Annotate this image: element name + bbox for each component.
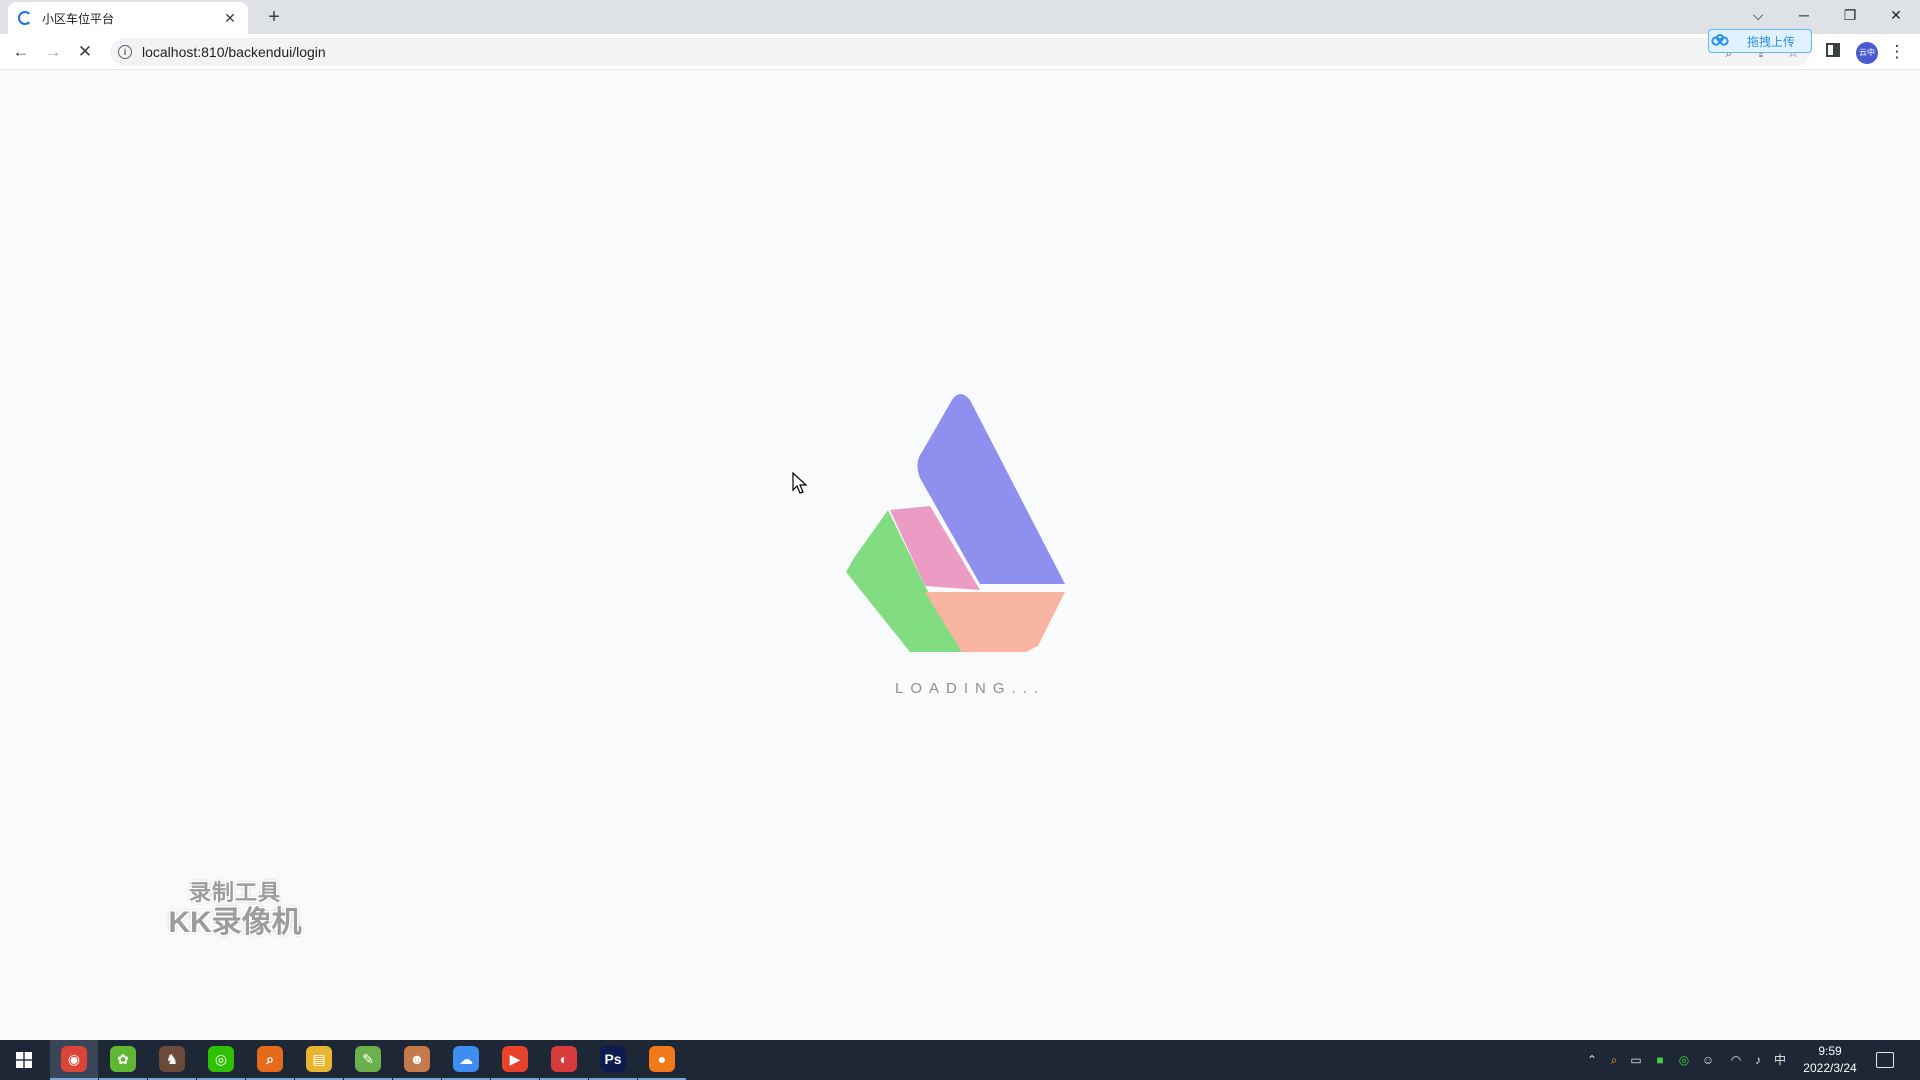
taskbar-app-notepad[interactable]: ✎ (344, 1040, 392, 1080)
loading-spinner-icon (18, 11, 32, 25)
forward-button[interactable]: → (42, 41, 64, 63)
taskbar-app-app-recorder[interactable]: ◐ (540, 1040, 588, 1080)
wechat-icon: ◎ (208, 1046, 234, 1072)
taskbar-app-search-tool[interactable]: ⌕ (246, 1040, 294, 1080)
notepad-icon: ✎ (355, 1046, 381, 1072)
tray-nvidia-icon[interactable]: ■ (1652, 1052, 1668, 1068)
upload-extension-button[interactable]: 拖拽上传 (1708, 29, 1812, 53)
photoshop-icon: Ps (600, 1046, 626, 1072)
taskbar-app-chrome[interactable]: ◉ (50, 1040, 98, 1080)
notification-center-icon[interactable] (1876, 1052, 1894, 1068)
clock-time: 9:59 (1818, 1044, 1842, 1058)
windows-taskbar: ◉ ✿ ♞ ◎ ⌕ ▤ ✎ ☻ ☁ ▶ ◐ Ps ● ⌃ ⌕ ▭ ■ ◎ ☺ ◠ ♪ 中 9:59 20… (0, 1040, 1920, 1080)
app-avatar-icon: ☻ (404, 1046, 430, 1072)
restore-button[interactable]: ❐ (1828, 4, 1872, 26)
tray-expand-icon[interactable]: ⌃ (1584, 1052, 1600, 1068)
taskbar-app-wechat[interactable]: ◎ (197, 1040, 245, 1080)
url-text[interactable]: localhost:810/backendui/login (142, 44, 326, 60)
tray-wechat-icon[interactable]: ◎ (1676, 1052, 1692, 1068)
taskbar-clock[interactable]: 9:59 2022/3/24 (1790, 1043, 1870, 1077)
file-explorer-icon: ▤ (306, 1046, 332, 1072)
windows-logo-icon (16, 1052, 32, 1068)
tray-qq-icon[interactable]: ☺ (1700, 1052, 1716, 1068)
browser-titlebar: 小区车位平台 ✕ + ⌵ ─ ❐ ✕ (0, 0, 1920, 34)
mouse-cursor-icon (792, 472, 808, 494)
close-window-button[interactable]: ✕ (1874, 4, 1918, 26)
address-bar[interactable]: i localhost:810/backendui/login ⌕ ⇪ ☆ (110, 38, 1810, 66)
app-game-icon: ♞ (159, 1046, 185, 1072)
taskbar-app-app-avatar[interactable]: ☻ (393, 1040, 441, 1080)
taskbar-app-app-orange[interactable]: ● (638, 1040, 686, 1080)
watermark-line1: 录制工具 (188, 880, 281, 905)
search-tool-icon: ⌕ (257, 1046, 283, 1072)
profile-avatar[interactable]: 云中 (1856, 42, 1878, 64)
recorder-watermark: 录制工具 KK录像机 (160, 880, 310, 940)
taskbar-app-app-game[interactable]: ♞ (148, 1040, 196, 1080)
browser-toolbar: ← → ✕ i localhost:810/backendui/login ⌕ … (0, 34, 1920, 70)
tray-device-icon[interactable]: ▭ (1628, 1052, 1644, 1068)
app-orange-icon: ● (649, 1046, 675, 1072)
upload-label: 拖拽上传 (1747, 34, 1796, 49)
app-recorder-icon: ◐ (551, 1046, 577, 1072)
tray-network-icon[interactable]: ◠ (1728, 1052, 1744, 1068)
site-info-icon[interactable]: i (118, 45, 132, 59)
baidu-netdisk-icon: ☁ (453, 1046, 479, 1072)
loading-text: LOADING... (894, 680, 1046, 697)
new-tab-button[interactable]: + (262, 6, 286, 30)
input-method-indicator[interactable]: 中 (1772, 1052, 1788, 1068)
start-button[interactable] (0, 1040, 48, 1080)
browser-menu-icon[interactable]: ⋮ (1886, 41, 1908, 63)
taskbar-app-baidu-netdisk[interactable]: ☁ (442, 1040, 490, 1080)
chrome-icon: ◉ (61, 1046, 87, 1072)
minimize-button[interactable]: ─ (1782, 4, 1826, 26)
taskbar-app-app-green[interactable]: ✿ (99, 1040, 147, 1080)
back-button[interactable]: ← (10, 41, 32, 63)
watermark-line2: KK录像机 (168, 906, 302, 939)
tray-volume-icon[interactable]: ♪ (1750, 1052, 1766, 1068)
tab-close-icon[interactable]: ✕ (222, 10, 238, 27)
app-red-icon: ▶ (502, 1046, 528, 1072)
tab-search-button[interactable]: ⌵ (1736, 4, 1780, 26)
baidu-netdisk-icon (1709, 30, 1731, 52)
stop-loading-button[interactable]: ✕ (74, 41, 96, 63)
loading-logo-icon (846, 394, 1065, 652)
side-panel-icon[interactable] (1822, 41, 1844, 63)
tab-title: 小区车位平台 (42, 11, 115, 26)
clock-date: 2022/3/24 (1803, 1061, 1857, 1075)
taskbar-app-file-explorer[interactable]: ▤ (295, 1040, 343, 1080)
taskbar-app-photoshop[interactable]: Ps (589, 1040, 637, 1080)
tray-search-icon[interactable]: ⌕ (1606, 1052, 1622, 1068)
taskbar-app-app-red[interactable]: ▶ (491, 1040, 539, 1080)
browser-tab[interactable]: 小区车位平台 ✕ (8, 2, 248, 34)
app-green-icon: ✿ (110, 1046, 136, 1072)
